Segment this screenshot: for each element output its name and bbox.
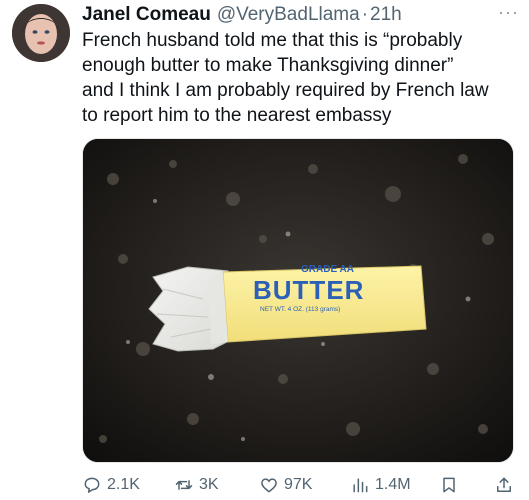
butter-grade-text: GRADE AA — [301, 264, 354, 275]
share-button[interactable] — [494, 475, 514, 495]
butter-photo: GRADE AA BUTTER NET WT. 4 OZ. (113 grams… — [83, 139, 513, 462]
retweet-icon — [175, 480, 193, 490]
reply-count: 2.1K — [107, 476, 140, 493]
like-icon — [261, 478, 277, 493]
bookmark-icon — [443, 477, 455, 493]
tweet-text-line: French husband told me that this is “pro… — [82, 30, 463, 51]
butter-label-text: BUTTER — [253, 275, 364, 305]
views-count: 1.4M — [375, 476, 411, 493]
retweet-button[interactable]: 3K — [174, 475, 219, 495]
tweet-photo[interactable]: GRADE AA BUTTER NET WT. 4 OZ. (113 grams… — [82, 138, 514, 463]
tweet-text: French husband told me that this is “pro… — [82, 28, 522, 128]
tweet-text-line: and I think I am probably required by Fr… — [82, 80, 489, 101]
timestamp[interactable]: 21h — [370, 4, 402, 26]
views-icon — [353, 478, 368, 493]
avatar[interactable] — [12, 4, 70, 62]
tweet-text-line: to report him to the nearest embassy — [82, 105, 392, 126]
author-handle[interactable]: @VeryBadLlama — [217, 4, 360, 26]
tweet-actions: 2.1K 3K 97K 1.4M — [82, 472, 519, 498]
views-button[interactable]: 1.4M — [350, 475, 411, 495]
like-button[interactable]: 97K — [259, 475, 312, 495]
author-name[interactable]: Janel Comeau — [82, 4, 211, 26]
reply-icon — [84, 477, 100, 493]
more-icon[interactable]: ··· — [498, 2, 519, 23]
tweet-text-line: enough butter to make Thanksgiving dinne… — [82, 55, 454, 76]
separator-dot: · — [361, 4, 369, 25]
bookmark-button[interactable] — [439, 475, 459, 495]
share-icon — [497, 477, 511, 492]
tweet-header: Janel Comeau @VeryBadLlama · 21h — [82, 4, 519, 30]
retweet-count: 3K — [199, 476, 219, 493]
butter-weight-text: NET WT. 4 OZ. (113 grams) — [260, 306, 340, 313]
like-count: 97K — [284, 476, 313, 493]
reply-button[interactable]: 2.1K — [82, 475, 140, 495]
